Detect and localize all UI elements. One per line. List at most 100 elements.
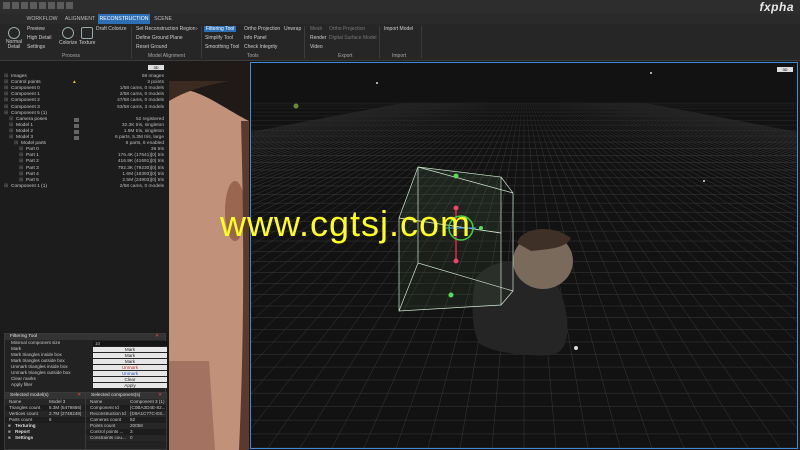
filter-action-button[interactable]: Mark [93,352,167,358]
mesh-button[interactable]: Mesh [310,26,322,32]
tree-row-value: 1.6M (16393)[0] tris [122,171,164,177]
section-label: Settings [15,435,34,440]
new-project-icon[interactable] [12,2,19,9]
expand-icon[interactable]: ⊞ [9,135,13,141]
process-group-label: Process [62,53,81,59]
filter-action-button[interactable]: Unmark [93,364,167,370]
expand-icon[interactable]: ⊞ [9,129,13,135]
watermark: www.cgtsj.com [220,203,472,244]
layout-2-icon[interactable] [66,2,73,9]
expand-icon[interactable]: ⊞ [4,98,8,104]
3d-scene [251,63,797,448]
head-photo [169,61,249,450]
define-ground-plane-button[interactable]: Define Ground Plane [136,35,183,41]
selected-models-panel: Selected model(s) ✕ Name Model 3 Triangles… [4,392,86,450]
filter-action-button[interactable]: Mark [93,358,167,364]
save-project-icon[interactable] [30,2,37,9]
visibility-icon[interactable] [74,136,79,140]
filter-action-button[interactable]: Mark [93,346,167,352]
check-integrity-button[interactable]: Check Integrity [244,44,277,50]
expand-icon[interactable]: ⊞ [9,123,13,129]
layout-icon[interactable] [57,2,64,9]
preview-button[interactable]: Preview [27,26,45,32]
tree-row-value: 2.5M (24903)[0] tris [122,177,164,183]
viewport-badge[interactable]: 3D [777,67,793,72]
section-header[interactable]: ■ Settings [5,435,85,441]
quick-access-toolbar [3,2,73,9]
filter-action-button[interactable]: Unmark [93,370,167,376]
tree-row[interactable]: ⊞ Part 4 1.6M (16393)[0] tris [0,172,168,178]
tree-row[interactable]: ⊞ Part 3 792.3K (79230)[0] tris [0,166,168,172]
normal-detail-button[interactable]: Normal Detail [4,40,24,50]
tab-alignment[interactable]: ALIGNMENT [62,14,98,24]
tree-row[interactable]: ⊞ Component 3 53/58 cams, 3 models [0,105,168,111]
tree-row[interactable]: ⊞ Part 2 416.9K (41691)[0] tris [0,159,168,165]
visibility-icon[interactable] [74,123,79,128]
tab-scene[interactable]: SCENE [150,14,176,24]
tree-row[interactable]: ⊞ Camera poses 52 registered [0,117,168,123]
tree-row[interactable]: ⊞ Component 2 47/58 cams, 0 models [0,98,168,104]
tree-view-badge[interactable]: 3D [148,65,164,70]
expand-icon[interactable]: ⊞ [9,117,13,123]
ribbon-separator [304,26,305,58]
expand-icon[interactable]: ⊞ [19,166,23,172]
set-reconstruction-region-button[interactable]: Set Reconstruction Region [136,26,195,32]
ortho-projection-export-button[interactable]: Ortho Projection [329,26,365,32]
expand-icon[interactable]: ■ [8,435,11,441]
ribbon-separator [421,26,422,58]
expand-icon[interactable]: ⊞ [19,178,23,184]
colorize-button[interactable]: Colorize [59,40,77,46]
expand-icon[interactable]: ⊞ [4,105,8,111]
ortho-projection-button[interactable]: Ortho Projection [244,26,280,32]
visibility-icon[interactable] [74,129,79,134]
normal-detail-icon[interactable] [8,27,20,39]
render-button[interactable]: Render [310,35,326,41]
simplify-tool-button[interactable]: Simplify Tool [205,35,233,41]
selected-components-title: Selected component(s) [91,393,141,398]
tab-workflow[interactable]: WORKFLOW [22,14,62,24]
tree-row[interactable]: ⊞ Part 5 2.5M (24903)[0] tris [0,178,168,184]
expand-icon[interactable]: ⊞ [19,172,23,178]
import-model-button[interactable]: Import Model [384,26,413,32]
info-panel-button[interactable]: Info Panel [244,35,267,41]
reset-ground-button[interactable]: Reset Ground [136,44,167,50]
filter-action-button[interactable]: Apply [93,382,167,388]
minimal-component-size-input[interactable]: 10 [93,340,169,346]
open-project-icon[interactable] [21,2,28,9]
tree-row-value: 47/58 cams, 0 models [117,98,164,104]
tree-row[interactable]: ⊞ Model 1 32.3K tris, singleton [0,123,168,129]
high-detail-button[interactable]: High Detail [27,35,51,41]
tab-reconstruction[interactable]: RECONSTRUCTION [98,14,150,24]
filtering-tool-button[interactable]: Filtering Tool [204,26,237,32]
texture-icon[interactable] [81,27,93,39]
app-icon[interactable] [3,2,10,9]
smoothing-tool-button[interactable]: Smoothing Tool [205,44,239,50]
unwrap-button[interactable]: Unwrap [284,26,301,32]
tree-row-label: Component 3 [11,104,40,110]
expand-icon[interactable]: ⊞ [19,159,23,165]
import-group-label: Import [392,53,407,59]
texture-button[interactable]: Texture [79,40,95,46]
tree-row-label: Part 3 [26,165,39,171]
expand-icon[interactable]: ⊞ [4,184,8,190]
expand-icon[interactable]: ⊞ [4,111,8,117]
digital-surface-model-button[interactable]: Digital Surface Model [329,35,377,41]
export-group-label: Export [338,53,353,59]
video-button[interactable]: Video [310,44,323,50]
tree-row-label: Model 2 [16,128,34,134]
undo-icon[interactable] [39,2,46,9]
colorize-icon[interactable] [62,27,74,39]
tree-row[interactable]: ⊞ Component 5 (1) [0,111,168,117]
settings-button[interactable]: Settings [27,44,45,50]
selected-models-title: Selected model(s) [10,393,49,398]
visibility-icon[interactable] [74,117,79,122]
tree-row[interactable]: ⊞ Model 2 1.5M tris, singleton [0,129,168,135]
filter-action-button[interactable]: Clear [93,376,167,382]
draft-colorize-button[interactable]: Draft Colorize [96,26,127,32]
tree-row-label: Part 2 [26,159,39,165]
tree-row[interactable]: ⊞ Component 1 (1) 2/58 cams, 0 models [0,184,168,190]
redo-icon[interactable] [48,2,55,9]
expand-icon[interactable]: ⊞ [14,141,18,147]
image-viewer[interactable] [169,61,249,450]
3d-viewport[interactable]: 3D [250,62,798,449]
